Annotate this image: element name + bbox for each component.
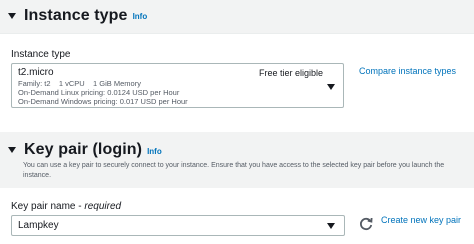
key-pair-description: You can use a key pair to securely conne… (23, 162, 445, 179)
key-pair-select[interactable]: Lampkey (11, 215, 345, 236)
key-pair-info-link[interactable]: Info (147, 147, 162, 156)
dropdown-arrow-icon (327, 223, 335, 229)
instance-linux-pricing: On-Demand Linux pricing: 0.0124 USD per … (18, 88, 180, 97)
key-pair-label-text: Key pair name - (11, 201, 85, 212)
key-pair-name-label: Key pair name - required (11, 201, 121, 212)
instance-type-title: Instance type (24, 6, 128, 24)
instance-type-select[interactable]: t2.micro Family: t2 1 vCPU 1 GiB Memory … (11, 63, 344, 108)
dropdown-arrow-icon (327, 84, 335, 90)
instance-type-label: Instance type (11, 49, 71, 60)
instance-windows-pricing: On-Demand Windows pricing: 0.017 USD per… (18, 97, 188, 106)
instance-type-header[interactable]: Instance type Info (0, 0, 474, 34)
required-label: required (84, 201, 122, 212)
instance-family-line: Family: t2 1 vCPU 1 GiB Memory (18, 79, 141, 88)
compare-instance-types-link[interactable]: Compare instance types (359, 66, 456, 76)
refresh-icon[interactable] (358, 216, 374, 232)
create-new-key-pair-link[interactable]: Create new key pair (381, 215, 461, 225)
instance-name: t2.micro (18, 67, 54, 78)
free-tier-badge: Free tier eligible (259, 68, 324, 78)
caret-down-icon[interactable] (8, 147, 16, 153)
instance-type-info-link[interactable]: Info (133, 12, 148, 21)
caret-down-icon[interactable] (8, 12, 16, 19)
key-pair-selected-value: Lampkey (18, 220, 59, 231)
key-pair-title: Key pair (login) (24, 141, 143, 158)
